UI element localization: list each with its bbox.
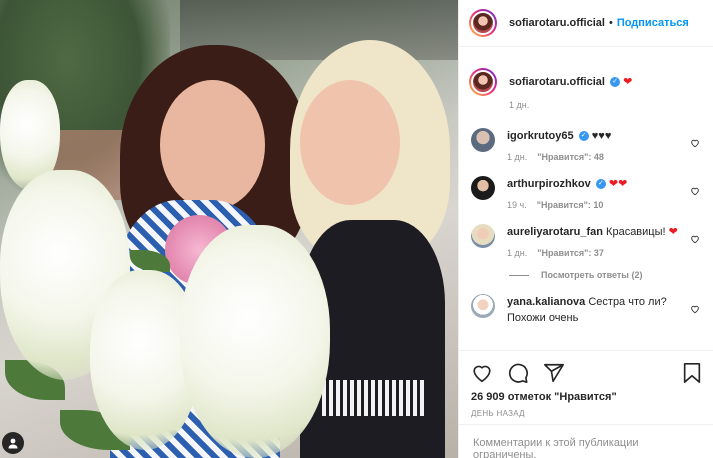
post-actions: 26 909 отметок "Нравится" ДЕНЬ НАЗАД (459, 350, 713, 418)
caption-time[interactable]: 1 дн. (509, 100, 529, 110)
hydrangea-bloom (180, 225, 330, 458)
author-username[interactable]: sofiarotaru.official (509, 17, 605, 29)
verified-icon: ✓ (610, 77, 621, 88)
comment-username[interactable]: yana.kalianova (507, 296, 585, 308)
commenter-avatar[interactable] (471, 176, 495, 200)
bookmark-icon[interactable] (682, 362, 702, 384)
comment-item: arthurpirozhkov ✓ ❤❤ 19 ч. "Нравится": 10 (459, 176, 713, 210)
commenter-avatar[interactable] (471, 224, 495, 248)
dress-trim (322, 380, 427, 416)
caption: sofiarotaru.official ✓ ❤ 1 дн. (459, 68, 713, 110)
share-icon[interactable] (543, 362, 565, 384)
red-heart-emoji: ❤ (623, 76, 633, 88)
commenter-avatar[interactable] (471, 128, 495, 152)
likes-count[interactable]: 26 909 отметок "Нравится" (471, 391, 702, 403)
comment-item: yana.kalianova Сестра что ли? Похожи оче… (459, 294, 713, 326)
replies-line (509, 274, 529, 276)
comment-text-continued: Похожи очень (507, 312, 579, 324)
comment-likes[interactable]: "Нравится": 10 (537, 200, 604, 210)
comment-text: ♥♥♥ (591, 130, 612, 142)
separator-dot: • (608, 17, 613, 29)
comments-limited-notice: Комментарии к этой публикации ограничены… (459, 424, 713, 458)
author-avatar[interactable] (469, 9, 497, 37)
heart-icon[interactable] (690, 304, 700, 314)
comment-icon[interactable] (507, 362, 529, 384)
verified-icon: ✓ (595, 179, 606, 190)
comment-text: Сестра что ли? (588, 296, 667, 308)
view-replies-label: Посмотреть ответы (2) (541, 270, 643, 280)
woman-right-face (300, 80, 400, 205)
red-heart-emoji: ❤ (608, 178, 619, 190)
commenter-avatar[interactable] (471, 294, 495, 318)
heart-icon[interactable] (690, 234, 700, 244)
comment-text: Красавицы! (606, 226, 666, 238)
verified-icon: ✓ (578, 131, 589, 142)
post-header: sofiarotaru.official • Подписаться (459, 0, 713, 47)
woman-left-face (160, 80, 265, 210)
red-heart-emoji: ❤ (618, 178, 628, 190)
post-photo[interactable] (0, 0, 458, 458)
post-date[interactable]: ДЕНЬ НАЗАД (471, 409, 702, 418)
heart-icon[interactable] (471, 362, 493, 384)
comment-username[interactable]: igorkrutoy65 (507, 130, 574, 142)
heart-icon[interactable] (690, 186, 700, 196)
comment-time[interactable]: 1 дн. (507, 152, 527, 162)
heart-icon[interactable] (690, 138, 700, 148)
user-tag-icon[interactable] (2, 432, 24, 454)
comment-item: aureliyarotaru_fan Красавицы! ❤ 1 дн. "Нр… (459, 224, 713, 258)
comment-likes[interactable]: "Нравится": 37 (537, 248, 604, 258)
caption-avatar[interactable] (469, 68, 497, 96)
comment-username[interactable]: arthurpirozhkov (507, 178, 591, 190)
red-heart-emoji: ❤ (668, 226, 678, 238)
follow-button[interactable]: Подписаться (617, 17, 689, 29)
comment-time[interactable]: 19 ч. (507, 200, 527, 210)
post-side-panel: sofiarotaru.official • Подписаться sofia… (458, 0, 713, 458)
comment-username[interactable]: aureliyarotaru_fan (507, 226, 603, 238)
comments-list[interactable]: sofiarotaru.official ✓ ❤ 1 дн. igorkruto… (459, 58, 713, 348)
comment-item: igorkrutoy65 ✓ ♥♥♥ 1 дн. "Нравится": 48 (459, 128, 713, 162)
comment-time[interactable]: 1 дн. (507, 248, 527, 258)
caption-username[interactable]: sofiarotaru.official (509, 76, 605, 88)
view-replies-button[interactable]: Посмотреть ответы (2) (509, 270, 713, 280)
comment-likes[interactable]: "Нравится": 48 (537, 152, 604, 162)
